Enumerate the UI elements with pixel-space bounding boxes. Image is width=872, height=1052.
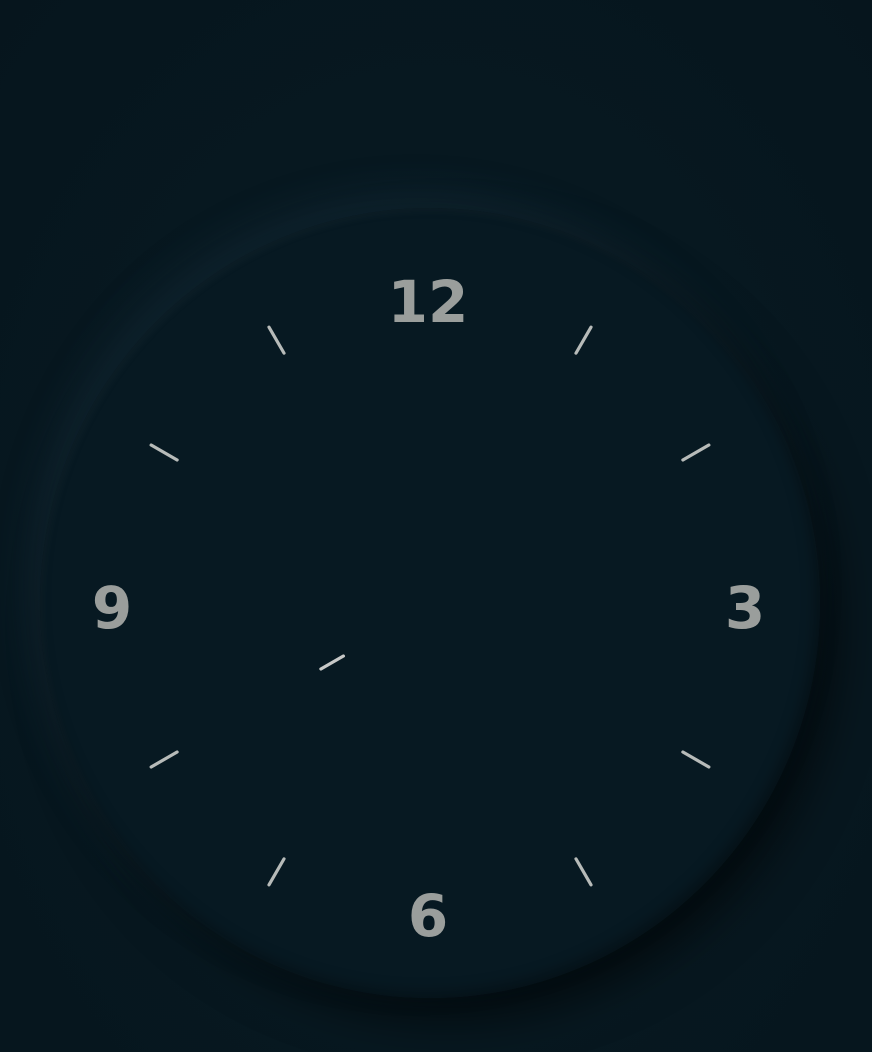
- numeral-9: 9: [92, 574, 132, 642]
- numeral-3: 3: [725, 574, 765, 642]
- hour-ticks: [149, 325, 711, 887]
- hour-tick-11: [267, 325, 286, 355]
- hour-tick-1: [574, 325, 593, 355]
- numeral-6: 6: [408, 882, 448, 950]
- clock-hand: [319, 654, 345, 671]
- hour-tick-7: [267, 857, 286, 887]
- hour-tick-10: [149, 443, 179, 462]
- hour-tick-2: [681, 443, 711, 462]
- clock-dial: 12 3 6 9: [92, 268, 765, 950]
- hour-tick-4: [681, 750, 711, 769]
- hour-tick-5: [574, 857, 593, 887]
- hour-tick-8: [149, 750, 179, 769]
- numeral-12: 12: [388, 268, 469, 336]
